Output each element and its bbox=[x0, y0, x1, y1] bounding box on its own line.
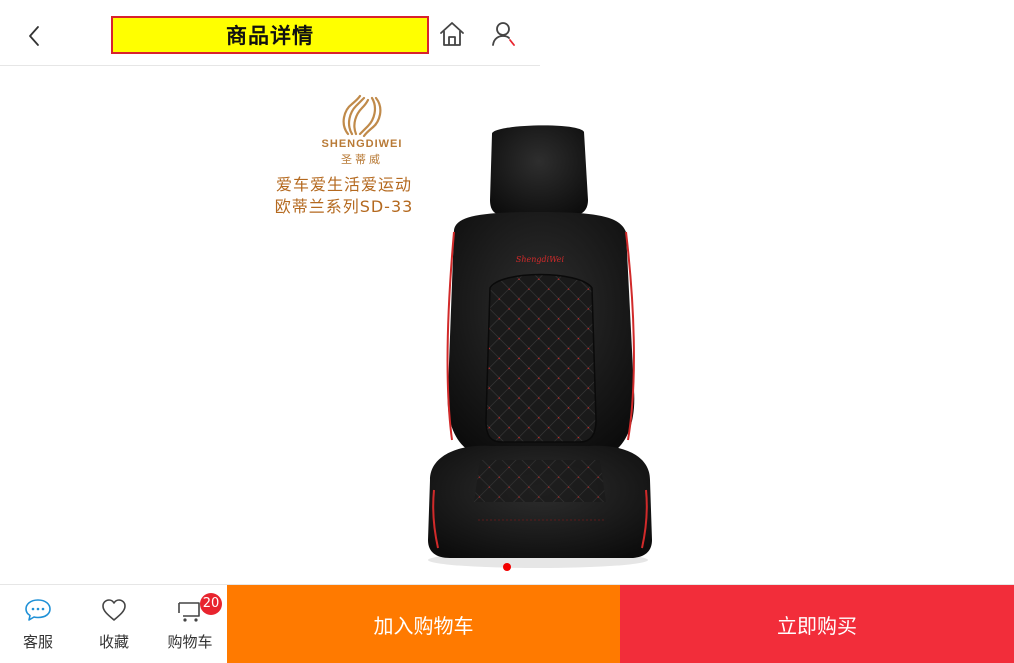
product-detail-page: 商品详情 SHENGDIWEI 圣蒂威 爱车爱生活爱运动 欧蒂兰系列SD-33 … bbox=[0, 0, 1014, 663]
buy-now-button[interactable]: 立即购买 bbox=[620, 585, 1014, 663]
cart-label: 购物车 bbox=[167, 633, 213, 651]
product-slogan: 爱车爱生活爱运动 欧蒂兰系列SD-33 bbox=[244, 174, 444, 218]
user-icon bbox=[492, 22, 515, 46]
customer-service-label: 客服 bbox=[22, 633, 53, 651]
seat-logo-text: ShengdiWei bbox=[516, 255, 565, 264]
customer-service-button[interactable]: 客服 bbox=[0, 585, 76, 663]
user-button[interactable] bbox=[490, 20, 518, 48]
heart-icon bbox=[102, 599, 126, 621]
car-seat-image: ShengdiWei bbox=[428, 125, 652, 568]
cart-count-badge: 20 bbox=[200, 593, 222, 615]
product-image-gallery[interactable]: SHENGDIWEI 圣蒂威 爱车爱生活爱运动 欧蒂兰系列SD-33 Sheng… bbox=[0, 66, 1014, 584]
back-button[interactable] bbox=[22, 22, 46, 50]
chevron-left-icon bbox=[29, 26, 39, 46]
home-button[interactable] bbox=[438, 20, 466, 48]
chat-bubble-icon bbox=[25, 599, 51, 621]
add-to-cart-button[interactable]: 加入购物车 bbox=[227, 585, 620, 663]
home-icon bbox=[440, 22, 464, 46]
slogan-line-1: 爱车爱生活爱运动 bbox=[275, 175, 412, 194]
gallery-indicator-dot[interactable] bbox=[503, 563, 511, 571]
page-title: 商品详情 bbox=[111, 16, 429, 54]
brand-logo bbox=[342, 94, 382, 138]
favorite-label: 收藏 bbox=[98, 633, 129, 651]
bottom-action-bar: 客服 收藏 购物车 20 加入购物车 立即购买 bbox=[0, 584, 1014, 663]
favorite-button[interactable]: 收藏 bbox=[76, 585, 152, 663]
top-bar: 商品详情 bbox=[0, 0, 540, 66]
slogan-line-2: 欧蒂兰系列SD-33 bbox=[274, 197, 414, 216]
